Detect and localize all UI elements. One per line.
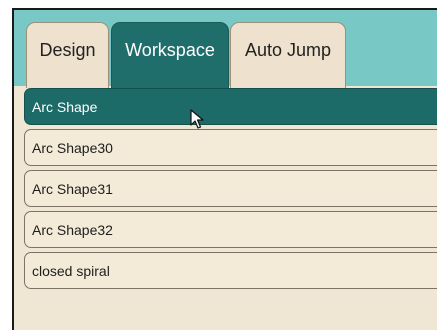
- list-item-label: closed spiral: [32, 262, 110, 279]
- app-window: Design Workspace Auto Jump Arc Shape Arc…: [0, 0, 437, 330]
- list-item-arc-shape[interactable]: Arc Shape: [24, 88, 437, 125]
- list-item-arc-shape30[interactable]: Arc Shape30: [24, 129, 437, 166]
- list-item-label: Arc Shape31: [32, 180, 113, 197]
- mouse-pointer-icon: [190, 109, 204, 129]
- list-item-label: Arc Shape30: [32, 139, 113, 156]
- list-item-arc-shape31[interactable]: Arc Shape31: [24, 170, 437, 207]
- tab-design-label: Design: [39, 40, 96, 60]
- list-item-closed-spiral[interactable]: closed spiral: [24, 252, 437, 289]
- list-item-label: Arc Shape32: [32, 221, 113, 238]
- tab-auto-jump[interactable]: Auto Jump: [230, 22, 346, 88]
- tab-design[interactable]: Design: [26, 22, 109, 88]
- tab-workspace[interactable]: Workspace: [111, 22, 229, 88]
- tab-workspace-label: Workspace: [125, 40, 215, 60]
- list-item-arc-shape32[interactable]: Arc Shape32: [24, 211, 437, 248]
- tab-auto-jump-label: Auto Jump: [244, 40, 332, 60]
- list-item-label: Arc Shape: [32, 98, 98, 115]
